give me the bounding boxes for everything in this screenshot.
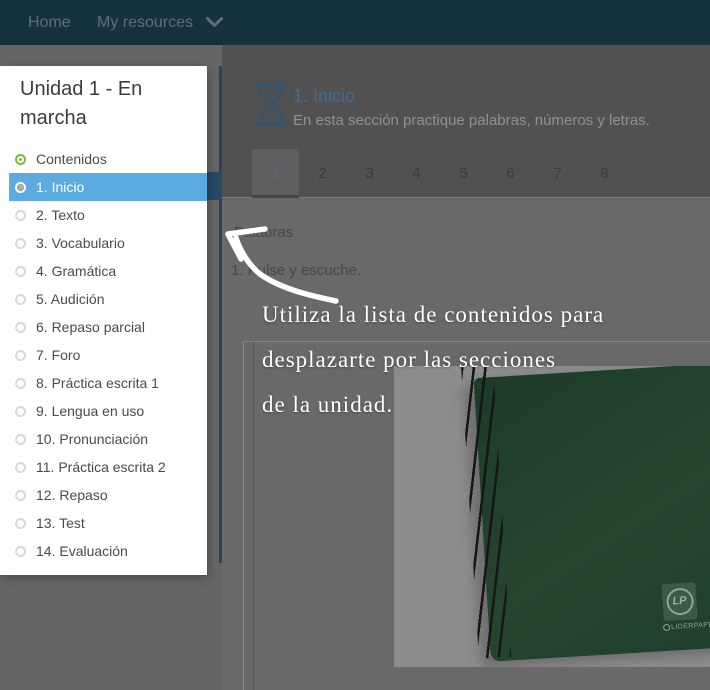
- sidebar-item-14-evaluacion[interactable]: 14. Evaluación: [0, 537, 207, 565]
- section-title: 1. Inicio: [293, 86, 355, 107]
- active-item-overflow: [207, 172, 222, 200]
- logo-ring-icon: [663, 623, 670, 630]
- chevron-down-icon: [206, 17, 223, 28]
- sidebar-item-contenidos[interactable]: Contenidos: [0, 145, 207, 173]
- content-card-inner-border: [253, 342, 254, 690]
- progress-pending-icon: [15, 518, 26, 529]
- progress-pending-icon: [15, 210, 26, 221]
- sidebar-list: Contenidos 1. Inicio 2. Texto 3. Vocabul…: [0, 145, 207, 565]
- sidebar-item-4-gramatica[interactable]: 4. Gramática: [0, 257, 207, 285]
- sidebar-item-label: 3. Vocabulario: [36, 235, 125, 251]
- sidebar-title: Unidad 1 - En marcha: [20, 75, 192, 133]
- page-tab-8[interactable]: 8: [581, 149, 628, 197]
- sidebar-item-9-lengua-en-uso[interactable]: 9. Lengua en uso: [0, 397, 207, 425]
- sidebar-item-12-repaso[interactable]: 12. Repaso: [0, 481, 207, 509]
- hand-drawn-arrow-icon: [222, 222, 347, 310]
- tutorial-message: Utiliza la lista de contenidos para desp…: [262, 292, 604, 427]
- sidebar-item-1-inicio[interactable]: 1. Inicio: [9, 173, 207, 201]
- sidebar-item-label: 9. Lengua en uso: [36, 403, 144, 419]
- progress-pending-icon: [15, 322, 26, 333]
- sidebar-border-line: [219, 66, 222, 563]
- sidebar-item-label: 12. Repaso: [36, 487, 108, 503]
- progress-pending-icon: [15, 378, 26, 389]
- progress-pending-icon: [15, 350, 26, 361]
- progress-pending-icon: [15, 294, 26, 305]
- progress-pending-icon: [15, 490, 26, 501]
- section-subtitle: En esta sección practique palabras, núme…: [293, 112, 693, 129]
- tutorial-line-3: de la unidad.: [262, 382, 604, 427]
- sidebar-item-label: 7. Foro: [36, 347, 80, 363]
- progress-pending-icon: [15, 406, 26, 417]
- top-navbar: Home My resources: [0, 0, 710, 45]
- page-tab-2[interactable]: 2: [299, 149, 346, 197]
- sidebar-item-label: 6. Repaso parcial: [36, 319, 145, 335]
- sidebar-item-13-test[interactable]: 13. Test: [0, 509, 207, 537]
- page-tab-4[interactable]: 4: [393, 149, 440, 197]
- progress-done-icon: [15, 154, 26, 165]
- sidebar-item-label: 14. Evaluación: [36, 543, 128, 559]
- progress-pending-icon: [15, 266, 26, 277]
- page-tab-5[interactable]: 5: [440, 149, 487, 197]
- progress-pending-icon: [15, 434, 26, 445]
- sidebar-item-3-vocabulario[interactable]: 3. Vocabulario: [0, 229, 207, 257]
- logo-caption: LIDERPAPEL: [663, 622, 699, 632]
- progress-current-icon: [15, 182, 26, 193]
- sidebar-item-label: 8. Práctica escrita 1: [36, 375, 159, 391]
- progress-pending-icon: [15, 546, 26, 557]
- sidebar-item-7-foro[interactable]: 7. Foro: [0, 341, 207, 369]
- progress-pending-icon: [15, 238, 26, 249]
- sidebar-item-label: 13. Test: [36, 515, 85, 531]
- hourglass-icon: [253, 83, 289, 126]
- my-resources-label: My resources: [97, 14, 193, 32]
- sidebar-item-6-repaso-parcial[interactable]: 6. Repaso parcial: [0, 313, 207, 341]
- brand-logo-box: LP: [661, 582, 697, 621]
- sidebar-item-11-practica-escrita-2[interactable]: 11. Práctica escrita 2: [0, 453, 207, 481]
- sidebar-item-label: 1. Inicio: [36, 179, 84, 195]
- sidebar-item-label: 5. Audición: [36, 291, 105, 307]
- sidebar-item-label: 4. Gramática: [36, 263, 116, 279]
- sidebar-item-10-pronunciacion[interactable]: 10. Pronunciación: [0, 425, 207, 453]
- sidebar-panel: Unidad 1 - En marcha Contenidos 1. Inici…: [0, 66, 207, 575]
- sidebar-item-8-practica-escrita-1[interactable]: 8. Práctica escrita 1: [0, 369, 207, 397]
- sidebar-item-5-audicion[interactable]: 5. Audición: [0, 285, 207, 313]
- page-tab-3[interactable]: 3: [346, 149, 393, 197]
- tutorial-line-2: desplazarte por las secciones: [262, 337, 604, 382]
- sidebar-item-2-texto[interactable]: 2. Texto: [0, 201, 207, 229]
- logo-monogram: LP: [665, 587, 694, 616]
- sidebar-item-label: 11. Práctica escrita 2: [36, 459, 166, 475]
- sidebar-item-label: 2. Texto: [36, 207, 85, 223]
- nav-item-my-resources[interactable]: My resources: [97, 0, 223, 45]
- pagination: 1 2 3 4 5 6 7 8: [222, 149, 710, 198]
- progress-pending-icon: [15, 462, 26, 473]
- sidebar-item-label: 10. Pronunciación: [36, 431, 148, 447]
- nav-item-home[interactable]: Home: [28, 0, 71, 45]
- page-tab-1[interactable]: 1: [252, 149, 299, 197]
- sidebar-item-label: Contenidos: [36, 151, 107, 167]
- page-tab-7[interactable]: 7: [534, 149, 581, 197]
- page-tab-6[interactable]: 6: [487, 149, 534, 197]
- brand-logo: LP LIDERPAPEL: [660, 582, 699, 631]
